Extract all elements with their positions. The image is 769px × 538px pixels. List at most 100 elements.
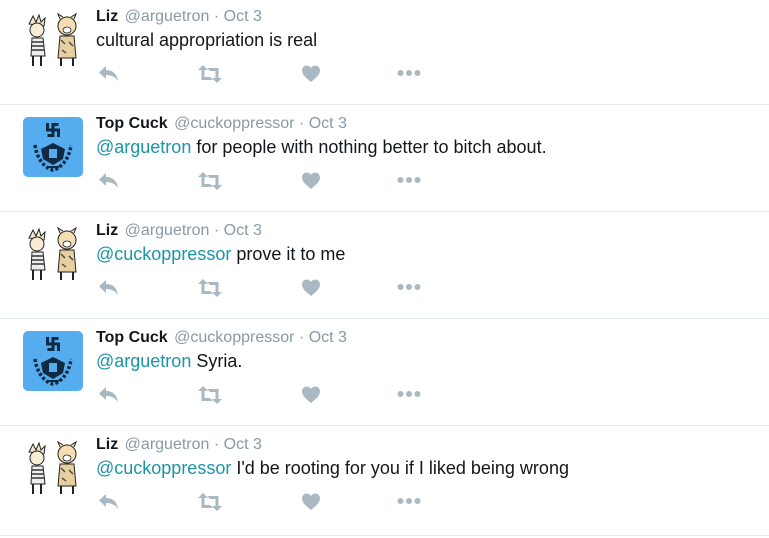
retweet-icon — [198, 279, 222, 297]
retweet-button[interactable] — [198, 278, 222, 298]
tweet-timestamp[interactable]: Oct 3 — [309, 329, 347, 346]
retweet-icon — [198, 493, 222, 511]
mention-link[interactable]: @arguetron — [96, 137, 191, 157]
avatar[interactable] — [23, 117, 83, 177]
tweet[interactable]: Liz @arguetron · Oct 3 @cuckoppressor pr… — [0, 212, 769, 319]
tweet-header: Top Cuck @cuckoppressor · Oct 3 — [96, 114, 759, 134]
author-name[interactable]: Top Cuck — [96, 329, 168, 346]
more-icon — [397, 391, 421, 397]
avatar[interactable] — [23, 224, 83, 284]
like-button[interactable] — [301, 64, 321, 84]
tweet-text: @cuckoppressor I'd be rooting for you if… — [96, 456, 759, 480]
tweet-actions — [96, 278, 436, 300]
reply-icon — [99, 387, 118, 402]
tweet-actions — [96, 492, 436, 514]
tweet-content: Liz @arguetron · Oct 3 @cuckoppressor pr… — [96, 221, 759, 297]
mention-link[interactable]: @cuckoppressor — [96, 244, 231, 264]
calvin-hobbes-avatar-icon — [23, 438, 83, 498]
separator-dot: · — [213, 436, 220, 453]
author-name[interactable]: Liz — [96, 222, 118, 239]
more-button[interactable] — [397, 496, 421, 506]
like-icon — [302, 386, 320, 403]
tweet-header: Liz @arguetron · Oct 3 — [96, 435, 759, 455]
more-button[interactable] — [397, 175, 421, 185]
tweet-actions — [96, 171, 436, 193]
tweet-content: Liz @arguetron · Oct 3 @cuckoppressor I'… — [96, 435, 759, 511]
author-handle[interactable]: @cuckoppressor — [174, 115, 294, 132]
more-icon — [397, 70, 421, 76]
like-icon — [302, 493, 320, 510]
like-button[interactable] — [301, 171, 321, 191]
author-handle[interactable]: @cuckoppressor — [174, 329, 294, 346]
like-button[interactable] — [301, 278, 321, 298]
tweet-body: Syria. — [191, 351, 243, 371]
tweet-actions — [96, 64, 436, 86]
like-button[interactable] — [301, 385, 321, 405]
author-handle[interactable]: @arguetron — [125, 436, 210, 453]
separator-dot: · — [213, 8, 220, 25]
more-button[interactable] — [397, 389, 421, 399]
tweet-timestamp[interactable]: Oct 3 — [224, 436, 262, 453]
like-icon — [302, 65, 320, 82]
tweet[interactable]: Liz @arguetron · Oct 3 @cuckoppressor I'… — [0, 426, 769, 536]
more-button[interactable] — [397, 68, 421, 78]
tweet-header: Liz @arguetron · Oct 3 — [96, 7, 759, 27]
tweet-body: I'd be rooting for you if I liked being … — [231, 458, 569, 478]
tweet-header: Top Cuck @cuckoppressor · Oct 3 — [96, 328, 759, 348]
tweet-text: @cuckoppressor prove it to me — [96, 242, 759, 266]
separator-dot: · — [213, 222, 220, 239]
reply-button[interactable] — [98, 492, 120, 512]
tweet[interactable]: Top Cuck @cuckoppressor · Oct 3 @arguetr… — [0, 319, 769, 426]
retweet-button[interactable] — [198, 492, 222, 512]
tweet-timeline: Liz @arguetron · Oct 3 cultural appropri… — [0, 0, 769, 536]
reply-button[interactable] — [98, 64, 120, 84]
more-icon — [397, 177, 421, 183]
like-button[interactable] — [301, 492, 321, 512]
emblem-avatar-icon — [23, 117, 83, 177]
emblem-avatar-icon — [23, 331, 83, 391]
reply-icon — [99, 66, 118, 81]
tweet-body: for people with nothing better to bitch … — [191, 137, 547, 157]
reply-button[interactable] — [98, 385, 120, 405]
tweet[interactable]: Liz @arguetron · Oct 3 cultural appropri… — [0, 0, 769, 105]
separator-dot: · — [298, 115, 305, 132]
reply-button[interactable] — [98, 171, 120, 191]
tweet-timestamp[interactable]: Oct 3 — [224, 222, 262, 239]
retweet-button[interactable] — [198, 171, 222, 191]
calvin-hobbes-avatar-icon — [23, 224, 83, 284]
separator-dot: · — [298, 329, 305, 346]
author-name[interactable]: Liz — [96, 8, 118, 25]
tweet-timestamp[interactable]: Oct 3 — [224, 8, 262, 25]
tweet-actions — [96, 385, 436, 407]
like-icon — [302, 279, 320, 296]
more-button[interactable] — [397, 282, 421, 292]
author-handle[interactable]: @arguetron — [125, 8, 210, 25]
retweet-button[interactable] — [198, 385, 222, 405]
more-icon — [397, 498, 421, 504]
mention-link[interactable]: @cuckoppressor — [96, 458, 231, 478]
reply-icon — [99, 280, 118, 295]
tweet[interactable]: Top Cuck @cuckoppressor · Oct 3 @arguetr… — [0, 105, 769, 212]
avatar[interactable] — [23, 331, 83, 391]
tweet-timestamp[interactable]: Oct 3 — [309, 115, 347, 132]
reply-icon — [99, 494, 118, 509]
author-name[interactable]: Liz — [96, 436, 118, 453]
tweet-text: @arguetron Syria. — [96, 349, 759, 373]
tweet-content: Liz @arguetron · Oct 3 cultural appropri… — [96, 7, 759, 83]
avatar[interactable] — [23, 10, 83, 70]
mention-link[interactable]: @arguetron — [96, 351, 191, 371]
tweet-content: Top Cuck @cuckoppressor · Oct 3 @arguetr… — [96, 328, 759, 404]
retweet-button[interactable] — [198, 64, 222, 84]
tweet-text: cultural appropriation is real — [96, 28, 759, 52]
calvin-hobbes-avatar-icon — [23, 10, 83, 70]
reply-button[interactable] — [98, 278, 120, 298]
tweet-header: Liz @arguetron · Oct 3 — [96, 221, 759, 241]
retweet-icon — [198, 172, 222, 190]
tweet-body: prove it to me — [231, 244, 346, 264]
tweet-content: Top Cuck @cuckoppressor · Oct 3 @arguetr… — [96, 114, 759, 190]
like-icon — [302, 172, 320, 189]
avatar[interactable] — [23, 438, 83, 498]
author-name[interactable]: Top Cuck — [96, 115, 168, 132]
reply-icon — [99, 173, 118, 188]
author-handle[interactable]: @arguetron — [125, 222, 210, 239]
